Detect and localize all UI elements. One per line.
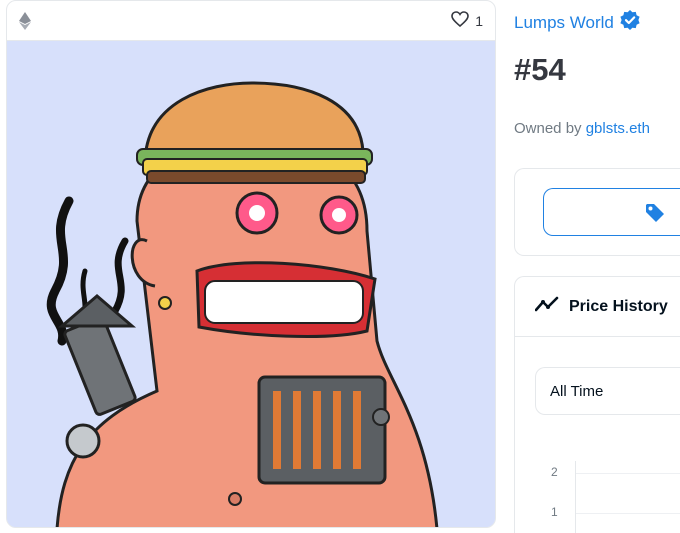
trend-icon — [534, 296, 559, 317]
heart-icon — [451, 11, 470, 30]
price-history-title: Price History — [569, 297, 668, 315]
price-history-header[interactable]: Price History — [515, 277, 680, 337]
collection-link[interactable]: Lumps World — [514, 13, 614, 33]
y-axis-line — [575, 461, 576, 533]
verified-badge-icon — [620, 10, 640, 35]
tag-icon — [644, 202, 666, 229]
offer-panel — [514, 168, 680, 256]
item-title: #54 — [514, 52, 566, 87]
nft-media-card: 1 — [6, 0, 496, 528]
favorite-count: 1 — [475, 12, 483, 29]
gridline — [575, 513, 680, 514]
media-header: 1 — [7, 1, 495, 41]
y-tick-2: 2 — [551, 465, 558, 479]
owner-link[interactable]: gblsts.eth — [586, 120, 650, 137]
time-filter-value: All Time — [550, 382, 604, 400]
make-offer-button[interactable] — [543, 188, 680, 236]
price-history-chart: 2 1 — [545, 453, 680, 533]
ethereum-icon — [19, 11, 31, 30]
time-filter-select[interactable]: All Time — [535, 367, 680, 415]
item-info: Lumps World #54 Owned by gblsts.eth Pric… — [514, 0, 680, 533]
collection-row: Lumps World — [514, 10, 640, 35]
owner-line: Owned by gblsts.eth — [514, 120, 650, 137]
price-history-panel: Price History All Time 2 1 — [514, 276, 680, 533]
gridline — [575, 473, 680, 474]
owner-prefix: Owned by — [514, 120, 582, 137]
favorite-button[interactable]: 1 — [451, 11, 483, 30]
y-tick-1: 1 — [551, 505, 558, 519]
nft-artwork[interactable] — [7, 41, 495, 527]
